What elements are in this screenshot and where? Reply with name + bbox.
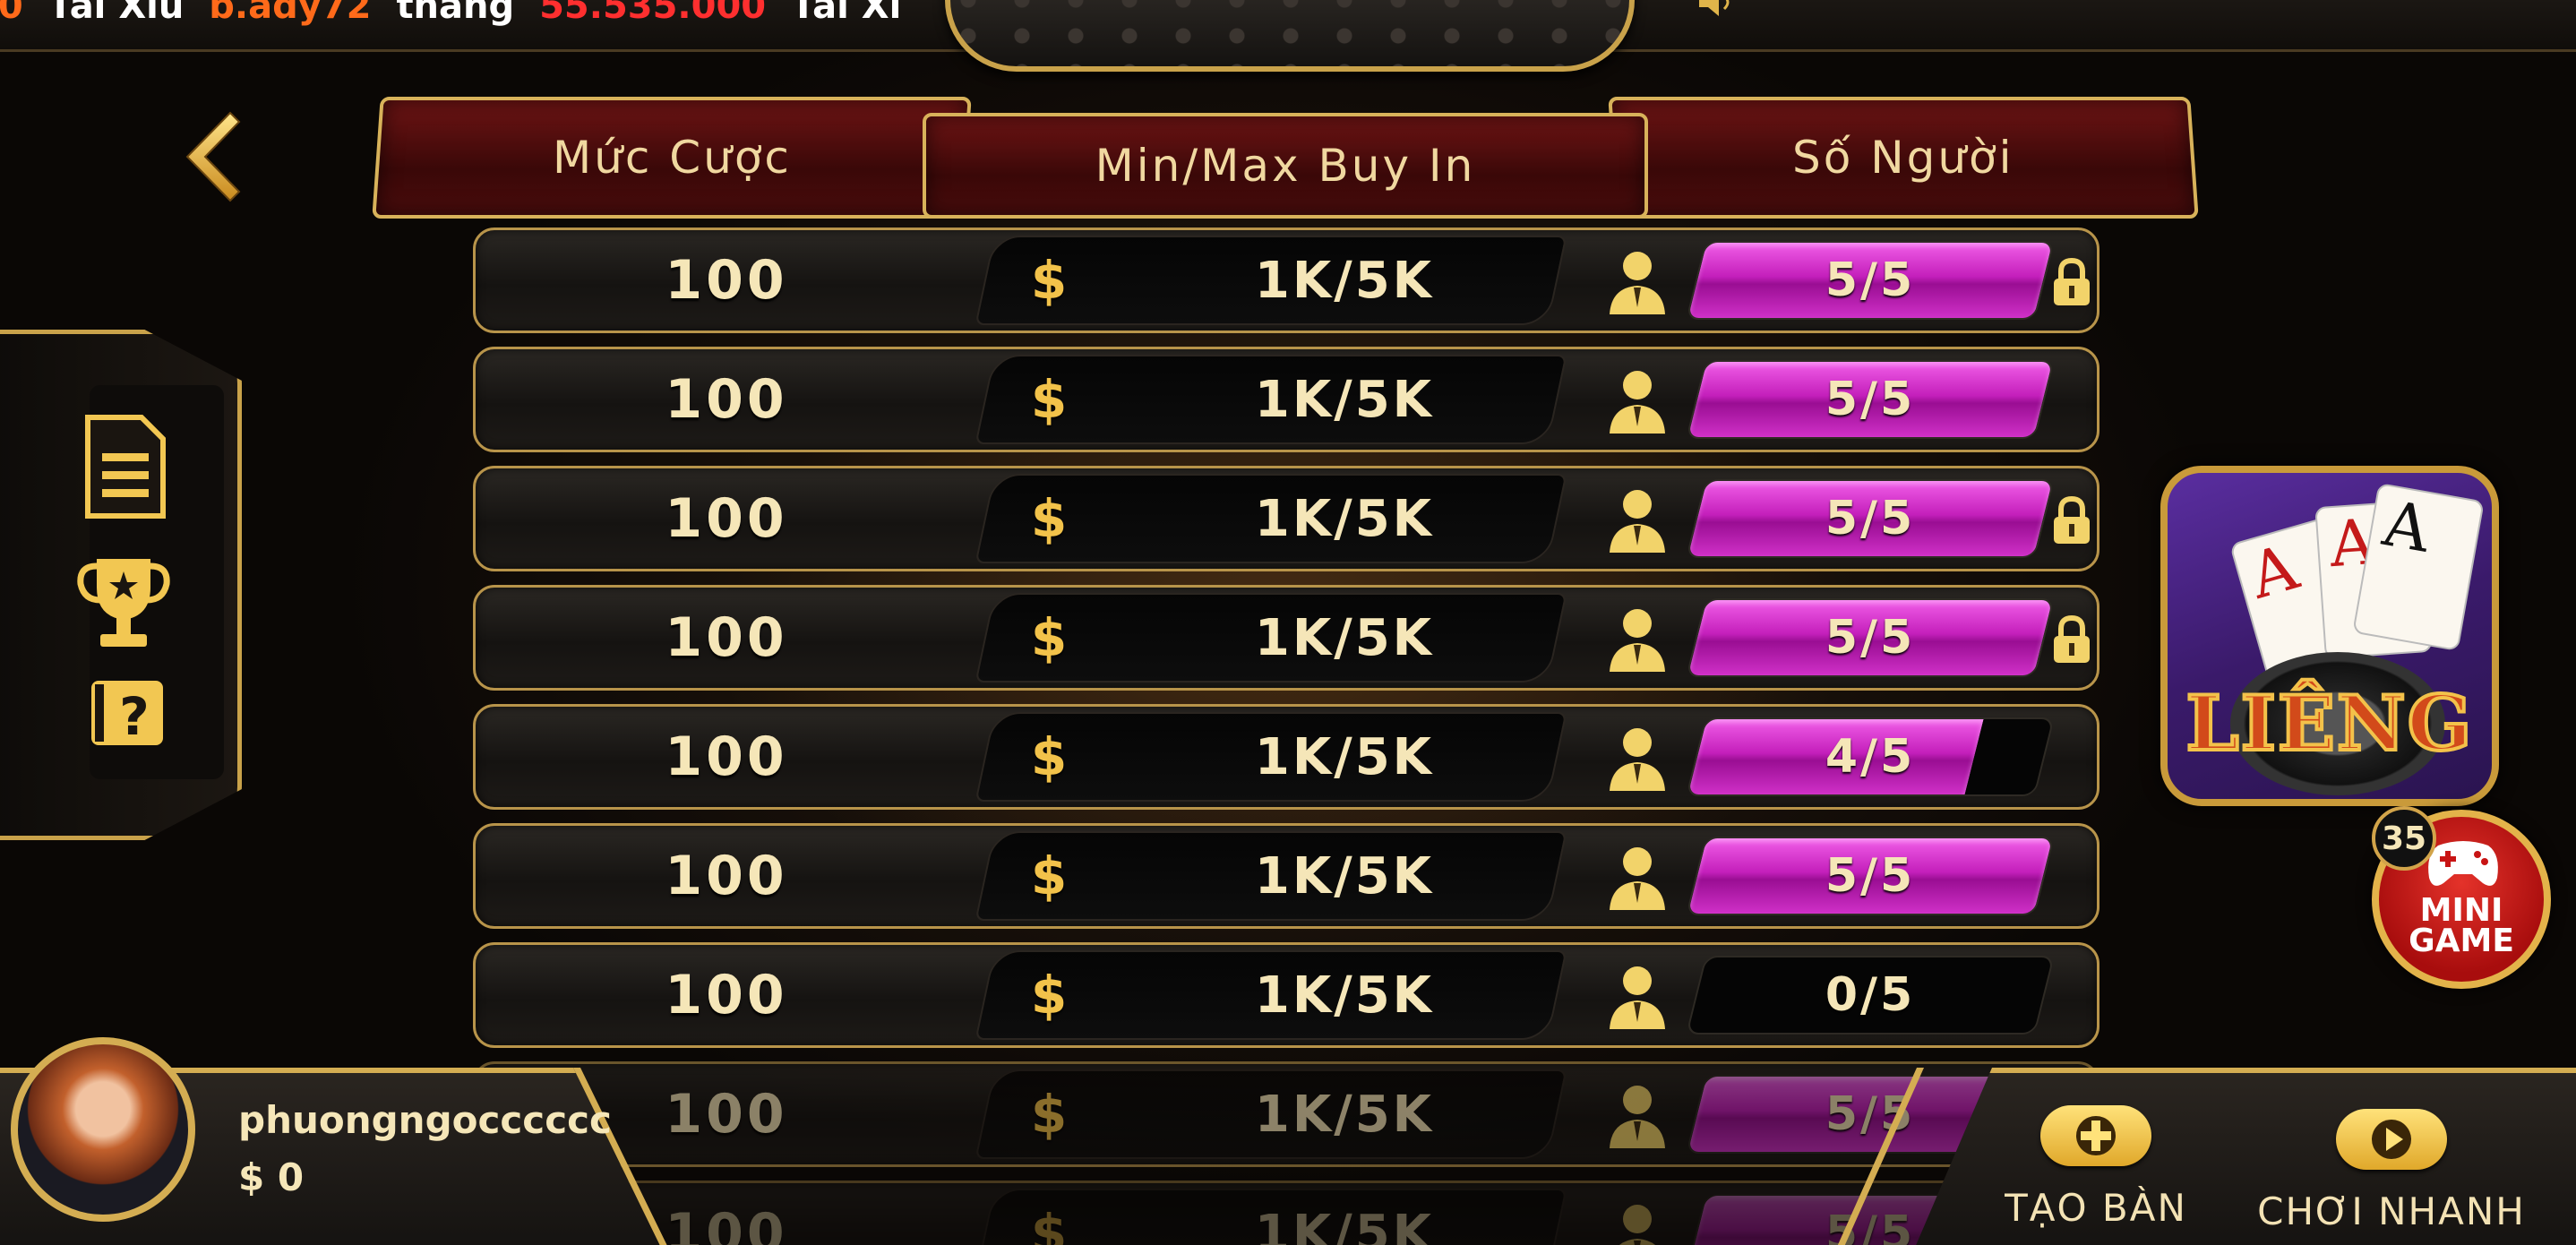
ticker-segment: 00: [0, 0, 23, 27]
minigame-label-line1: MINI: [2419, 892, 2503, 929]
table-row[interactable]: 100 $1K/5K 5/5: [473, 228, 2099, 333]
lock-icon: [2054, 257, 2090, 305]
minigame-label-line2: GAME: [2409, 923, 2514, 959]
buyin-range: 1K/5K: [1254, 1204, 1435, 1245]
table-row[interactable]: 100 $1K/5K 4/5: [473, 704, 2099, 810]
dollar-icon: $: [1030, 726, 1068, 787]
svg-text:?: ?: [119, 686, 150, 747]
table-row[interactable]: 100 $1K/5K 5/5: [473, 823, 2099, 929]
person-icon: [1619, 1205, 1655, 1245]
buyin-range: 1K/5K: [1254, 251, 1435, 310]
person-icon: [1610, 371, 1665, 434]
person-icon: [1610, 252, 1665, 314]
buyin-range: 1K/5K: [1254, 608, 1435, 667]
top-ornament: [945, 0, 1635, 72]
table-row[interactable]: 100 $1K/5K 5/5: [473, 347, 2099, 452]
bet-amount: 100: [665, 487, 788, 550]
balance: $ 0: [238, 1155, 305, 1199]
buyin-range: 1K/5K: [1254, 489, 1435, 548]
buyin-range: 1K/5K: [1254, 966, 1435, 1025]
table-row[interactable]: 100 $1K/5K 5/5: [473, 585, 2099, 691]
ticker-segment: Tài Xỉu: [47, 0, 185, 27]
header-players[interactable]: Số Người: [1608, 97, 2199, 219]
table-row[interactable]: 100 $1K/5K 5/5: [473, 466, 2099, 571]
game-card-lieng[interactable]: A A A LIÊNG: [2160, 466, 2499, 806]
buyin-range: 1K/5K: [1254, 846, 1435, 906]
create-table-label: TẠO BÀN: [2005, 1186, 2187, 1230]
buyin-range: 1K/5K: [1254, 727, 1435, 786]
person-icon: [1610, 728, 1665, 791]
trophy-icon[interactable]: [75, 554, 172, 650]
username: phuongngocccccc: [238, 1098, 612, 1142]
help-icon[interactable]: ?: [90, 679, 165, 747]
header-bet-label: Mức Cược: [552, 132, 792, 184]
bet-amount: 100: [665, 726, 788, 788]
dollar-icon: $: [1030, 1203, 1068, 1245]
play-icon: [2336, 1109, 2447, 1170]
player-count: 5/5: [1825, 253, 1916, 307]
gamepad-icon: [2428, 841, 2498, 886]
bet-amount: 100: [665, 606, 788, 669]
person-icon: [1610, 847, 1665, 910]
person-icon: [1610, 490, 1665, 553]
header-buyin-label: Min/Max Buy In: [1095, 140, 1476, 192]
back-arrow-icon[interactable]: [175, 107, 246, 206]
buyin-range: 1K/5K: [1254, 1085, 1435, 1144]
speaker-icon[interactable]: [1697, 0, 1742, 16]
minigame-label: MINI GAME: [2379, 892, 2544, 959]
header-buyin[interactable]: Min/Max Buy In: [923, 113, 1648, 219]
ticker-username: b.ady72: [209, 0, 372, 27]
news-ticker: 00 Tài Xỉu b.ady72 thắng 55.535.000 Tài …: [0, 0, 914, 27]
player-count: 0/5: [1825, 968, 1916, 1022]
quick-play-button[interactable]: CHƠI NHANH: [2257, 1109, 2526, 1233]
player-count: 4/5: [1825, 730, 1916, 784]
dollar-icon: $: [1030, 607, 1068, 668]
player-count: 5/5: [1825, 373, 1916, 426]
game-lobby: 00 Tài Xỉu b.ady72 thắng 55.535.000 Tài …: [0, 0, 2576, 1245]
player-count: 5/5: [1825, 611, 1916, 665]
document-icon[interactable]: [82, 414, 168, 519]
quick-play-label: CHƠI NHANH: [2257, 1189, 2526, 1233]
dollar-icon: $: [1030, 369, 1068, 430]
header-players-label: Số Người: [1792, 132, 2014, 184]
dollar-icon: $: [1030, 1084, 1068, 1145]
player-count: 5/5: [1825, 849, 1916, 903]
person-icon: [1610, 1086, 1665, 1148]
table-row[interactable]: 100 $1K/5K 5/5: [473, 1061, 2099, 1167]
create-table-button[interactable]: TẠO BÀN: [1997, 1105, 2194, 1230]
bet-amount: 100: [665, 845, 788, 907]
avatar[interactable]: [11, 1037, 195, 1222]
ticker-amount: 55.535.000: [539, 0, 767, 27]
dollar-icon: $: [1030, 965, 1068, 1026]
bet-amount: 100: [665, 249, 788, 312]
header-bet-level[interactable]: Mức Cược: [372, 97, 972, 219]
bet-amount: 100: [665, 368, 788, 431]
dollar-icon: $: [1030, 846, 1068, 906]
dollar-icon: $: [1030, 488, 1068, 549]
game-title: LIÊNG: [2185, 677, 2474, 769]
minigame-badge: 35: [2372, 806, 2436, 871]
buyin-range: 1K/5K: [1254, 370, 1435, 429]
person-icon: [1610, 609, 1665, 672]
lock-icon: [2054, 614, 2090, 663]
plus-icon: [2040, 1105, 2151, 1166]
player-count: 5/5: [1825, 492, 1916, 545]
ticker-segment: Tài Xỉ: [791, 0, 902, 27]
bet-amount: 100: [665, 964, 788, 1026]
table-row[interactable]: 100 $1K/5K 0/5: [473, 942, 2099, 1048]
lock-icon: [2054, 495, 2090, 544]
dollar-icon: $: [1030, 250, 1068, 311]
ticker-segment: thắng: [396, 0, 515, 27]
person-icon: [1610, 966, 1665, 1029]
